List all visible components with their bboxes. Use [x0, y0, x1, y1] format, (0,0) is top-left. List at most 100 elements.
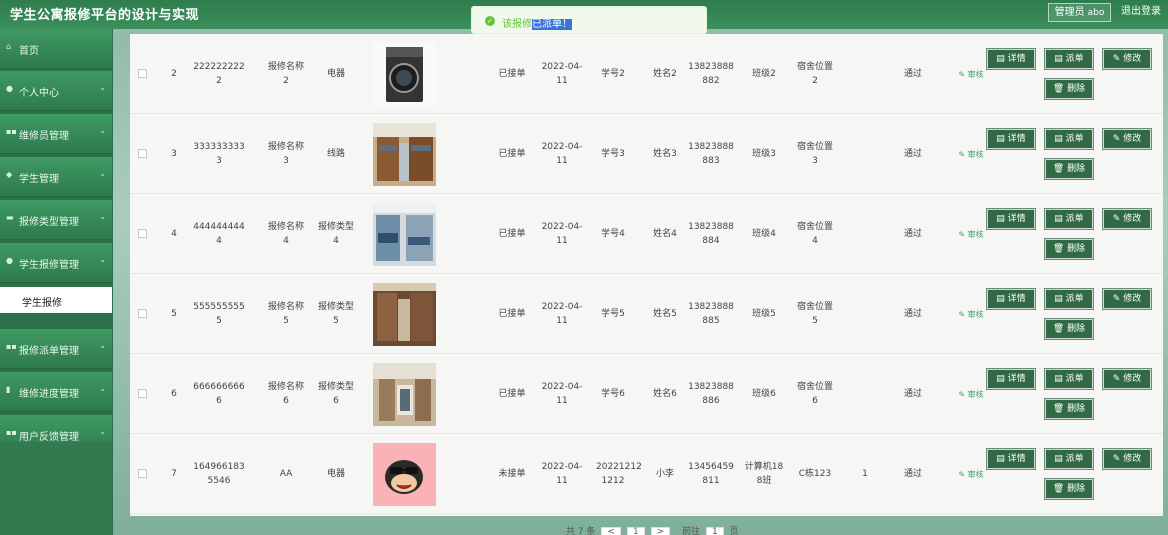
phone-number-line2: 882 [702, 76, 720, 86]
delete-button[interactable]: 🗑 删除 [1044, 78, 1094, 100]
audit-link[interactable]: ✎ 审核 [953, 468, 989, 482]
sidebar-item-5[interactable]: ▬ 报修类型管理 ⌄ [0, 200, 112, 240]
sidebar-item-7[interactable]: ▪▪ 报修派单管理 ⌄ [0, 329, 112, 369]
audit-link[interactable]: ✎ 审核 [953, 228, 989, 242]
edit-button[interactable]: ✎ 修改 [1102, 448, 1152, 470]
admin-account-button[interactable]: 管理员 abo [1048, 3, 1111, 22]
phone-number: 13823888 882 [686, 60, 736, 88]
dorm-location: 宿舍位置 6 [788, 380, 842, 408]
repair-image[interactable] [373, 123, 436, 186]
class-name-line1: 班级4 [752, 229, 776, 239]
chevron-down-icon: ⌄ [99, 83, 106, 92]
phone-number-line2: 811 [702, 476, 720, 486]
logout-button[interactable]: 退出登录 [1116, 3, 1166, 22]
sidebar-subitem-student-repair[interactable]: 学生报修 [0, 287, 112, 313]
repair-image[interactable] [373, 443, 436, 506]
row-checkbox[interactable] [138, 469, 147, 478]
repair-number-line1: 444444444 [193, 222, 245, 232]
detail-button[interactable]: ▤ 详情 [986, 368, 1036, 390]
dispatch-button[interactable]: ▤ 派单 [1044, 208, 1094, 230]
dorm-location-line1: 宿舍位置 [796, 62, 833, 72]
edit-button[interactable]: ✎ 修改 [1102, 208, 1152, 230]
audit-link[interactable]: ✎ 审核 [953, 148, 989, 162]
user-icon: ● [6, 256, 13, 265]
delete-button-label: 删除 [1067, 404, 1086, 414]
pager-next-button[interactable]: > [650, 527, 671, 535]
row-checkbox[interactable] [138, 149, 147, 158]
dispatch-button[interactable]: ▤ 派单 [1044, 288, 1094, 310]
detail-button[interactable]: ▤ 详情 [986, 208, 1036, 230]
submit-date-line1: 2022-04- [541, 222, 583, 232]
edit-button[interactable]: ✎ 修改 [1102, 288, 1152, 310]
row-checkbox[interactable] [138, 229, 147, 238]
edit-button-label: 修改 [1123, 374, 1142, 384]
pager-goto-input[interactable]: 1 [705, 527, 724, 535]
sidebar-item-4[interactable]: ◆ 学生管理 ⌄ [0, 157, 112, 197]
pager-prev-button[interactable]: < [601, 527, 621, 535]
delete-button[interactable]: 🗑 删除 [1044, 238, 1094, 260]
edit-pen-icon: ✎ [958, 470, 968, 479]
submit-date-line2: 11 [556, 76, 568, 86]
pagination: 共 7 条 <1 > 前往 1 页 [566, 524, 739, 535]
sidebar-item-6[interactable]: ● 学生报修管理 ⌄ [0, 243, 112, 283]
dispatch-button[interactable]: ▤ 派单 [1044, 48, 1094, 70]
student-number-line2: 1212 [601, 476, 625, 486]
repair-image[interactable] [373, 43, 436, 106]
audit-link[interactable]: ✎ 审核 [953, 68, 989, 82]
student-number-line1: 20221212 [596, 462, 642, 472]
detail-button[interactable]: ▤ 详情 [986, 128, 1036, 150]
phone-number-line1: 13823888 [688, 142, 734, 152]
delete-button[interactable]: 🗑 删除 [1044, 318, 1094, 340]
repair-number: 222222222 2 [192, 60, 246, 88]
dispatch-button[interactable]: ▤ 派单 [1044, 128, 1094, 150]
sidebar-item-label: 个人中心 [19, 88, 59, 99]
phone-number-line2: 883 [702, 156, 720, 166]
submit-date-line2: 11 [556, 236, 568, 246]
delete-button[interactable]: 🗑 删除 [1044, 478, 1094, 500]
pager-page-1[interactable]: 1 [626, 527, 645, 535]
repair-image[interactable] [373, 203, 436, 266]
submit-date-line2: 11 [556, 316, 568, 326]
dispatch-button[interactable]: ▤ 派单 [1044, 368, 1094, 390]
repair-image[interactable] [373, 363, 436, 426]
detail-button[interactable]: ▤ 详情 [986, 448, 1036, 470]
trash-icon: 🗑 [1052, 84, 1068, 94]
document-icon: ▤ [1054, 294, 1066, 304]
repair-number-line1: 333333333 [193, 142, 245, 152]
row-checkbox[interactable] [138, 69, 147, 78]
repair-name: 报修名称 5 [262, 300, 310, 328]
pencil-icon: ✎ [1112, 134, 1124, 144]
repair-name-line2: 2 [283, 76, 289, 86]
delete-button[interactable]: 🗑 删除 [1044, 398, 1094, 420]
sidebar-item-label: 学生管理 [19, 174, 59, 185]
audit-status: 通过 [903, 229, 922, 239]
sidebar-item-3[interactable]: ▪▪ 维修员管理 ⌄ [0, 114, 112, 154]
pager-total-suffix: 条 [586, 527, 596, 535]
sidebar-item-8[interactable]: ▮ 维修进度管理 ⌄ [0, 372, 112, 412]
edit-button[interactable]: ✎ 修改 [1102, 128, 1152, 150]
dorm-location-line1: 宿舍位置 [796, 222, 833, 232]
repair-image[interactable] [373, 283, 436, 346]
edit-button[interactable]: ✎ 修改 [1102, 368, 1152, 390]
dorm-location-line2: 5 [812, 316, 818, 326]
audit-link[interactable]: ✎ 审核 [953, 388, 989, 402]
edit-pen-icon: ✎ [958, 310, 968, 319]
phone-number-line1: 13823888 [688, 382, 734, 392]
repair-type: 报修类型 4 [314, 220, 358, 248]
detail-button[interactable]: ▤ 详情 [986, 48, 1036, 70]
pager-page-suffix: 页 [729, 527, 739, 535]
student-number: 20221212 1212 [596, 460, 642, 488]
repair-name-line1: 报修名称 [267, 302, 304, 312]
sidebar-item-2[interactable]: ● 个人中心 ⌄ [0, 71, 112, 111]
detail-button[interactable]: ▤ 详情 [986, 288, 1036, 310]
dispatch-button[interactable]: ▤ 派单 [1044, 448, 1094, 470]
edit-button[interactable]: ✎ 修改 [1102, 48, 1152, 70]
audit-link[interactable]: ✎ 审核 [953, 308, 989, 322]
submit-date-line1: 2022-04- [541, 62, 583, 72]
delete-button[interactable]: 🗑 删除 [1044, 158, 1094, 180]
row-checkbox[interactable] [138, 309, 147, 318]
chevron-down-icon: ⌄ [99, 126, 106, 135]
submit-date: 2022-04- 11 [540, 60, 584, 88]
sidebar-item-1[interactable]: ⌂ 首页 [0, 29, 112, 69]
row-checkbox[interactable] [138, 389, 147, 398]
